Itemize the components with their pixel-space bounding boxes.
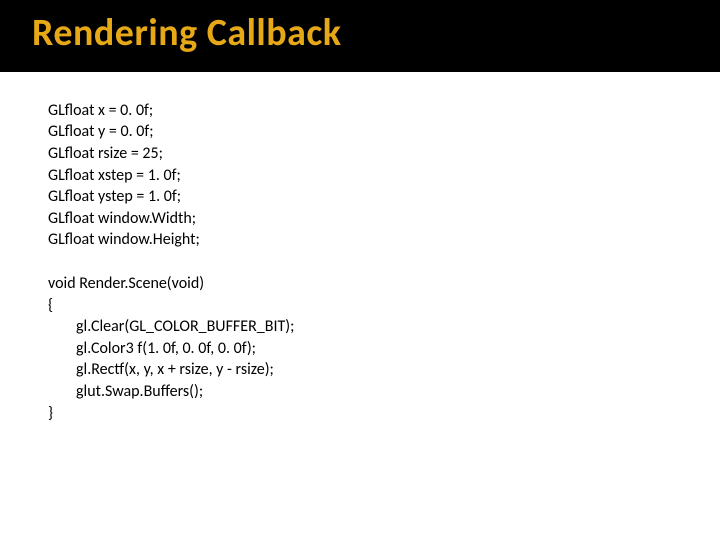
code-line: GLfloat x = 0. 0f; bbox=[48, 100, 720, 122]
code-line: gl.Color3 f(1. 0f, 0. 0f, 0. 0f); bbox=[76, 338, 720, 360]
slide-title: Rendering Callback bbox=[32, 14, 720, 54]
code-line: GLfloat ystep = 1. 0f; bbox=[48, 186, 720, 208]
code-line: glut.Swap.Buffers(); bbox=[76, 381, 720, 403]
title-bar: Rendering Callback bbox=[0, 0, 720, 72]
code-line: GLfloat window.Width; bbox=[48, 208, 720, 230]
declarations-block: GLfloat x = 0. 0f; GLfloat y = 0. 0f; GL… bbox=[48, 100, 720, 251]
code-line: GLfloat xstep = 1. 0f; bbox=[48, 165, 720, 187]
code-line: GLfloat rsize = 25; bbox=[48, 143, 720, 165]
code-line: gl.Clear(GL_COLOR_BUFFER_BIT); bbox=[76, 316, 720, 338]
code-line: GLfloat y = 0. 0f; bbox=[48, 121, 720, 143]
code-line: } bbox=[48, 403, 720, 425]
code-line: { bbox=[48, 295, 720, 317]
code-line: void Render.Scene(void) bbox=[48, 273, 720, 295]
slide: Rendering Callback GLfloat x = 0. 0f; GL… bbox=[0, 0, 720, 540]
function-block: void Render.Scene(void) { gl.Clear(GL_CO… bbox=[48, 273, 720, 424]
code-line: gl.Rectf(x, y, x + rsize, y - rsize); bbox=[76, 359, 720, 381]
slide-body: GLfloat x = 0. 0f; GLfloat y = 0. 0f; GL… bbox=[0, 72, 720, 424]
function-body: gl.Clear(GL_COLOR_BUFFER_BIT); gl.Color3… bbox=[48, 316, 720, 402]
code-line: GLfloat window.Height; bbox=[48, 229, 720, 251]
